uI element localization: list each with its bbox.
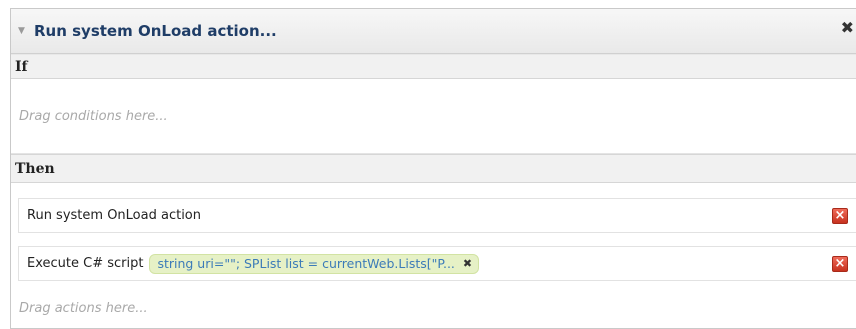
actions-placeholder: Drag actions here...: [19, 301, 148, 316]
action-label: Run system OnLoad action: [27, 208, 201, 223]
rule-panel: ▼ Run system OnLoad action... ✖ If Drag …: [10, 8, 856, 329]
rule-title[interactable]: Run system OnLoad action...: [34, 22, 277, 40]
rule-header[interactable]: ▼ Run system OnLoad action... ✖: [11, 9, 856, 54]
action-item[interactable]: Execute C# script string uri=""; SPList …: [18, 246, 856, 281]
if-section-header: If: [11, 54, 856, 79]
script-parameter-pill[interactable]: string uri=""; SPList list = currentWeb.…: [149, 253, 480, 274]
conditions-drop-zone[interactable]: Drag conditions here...: [11, 79, 856, 154]
script-parameter-text[interactable]: string uri=""; SPList list = currentWeb.…: [157, 256, 454, 271]
remove-parameter-icon[interactable]: ✖: [463, 257, 472, 270]
conditions-placeholder: Drag conditions here...: [19, 109, 168, 124]
action-item[interactable]: Run system OnLoad action ×: [18, 198, 856, 233]
delete-icon[interactable]: ×: [832, 256, 848, 272]
if-label: If: [15, 58, 28, 75]
then-label: Then: [15, 160, 55, 177]
delete-icon[interactable]: ×: [832, 208, 848, 224]
close-icon[interactable]: ✖: [841, 20, 854, 36]
then-section-header: Then: [11, 154, 856, 183]
triangle-down-icon[interactable]: ▼: [18, 26, 28, 36]
actions-drop-zone[interactable]: Run system OnLoad action × Execute C# sc…: [11, 183, 856, 325]
action-label: Execute C# script: [27, 256, 144, 271]
